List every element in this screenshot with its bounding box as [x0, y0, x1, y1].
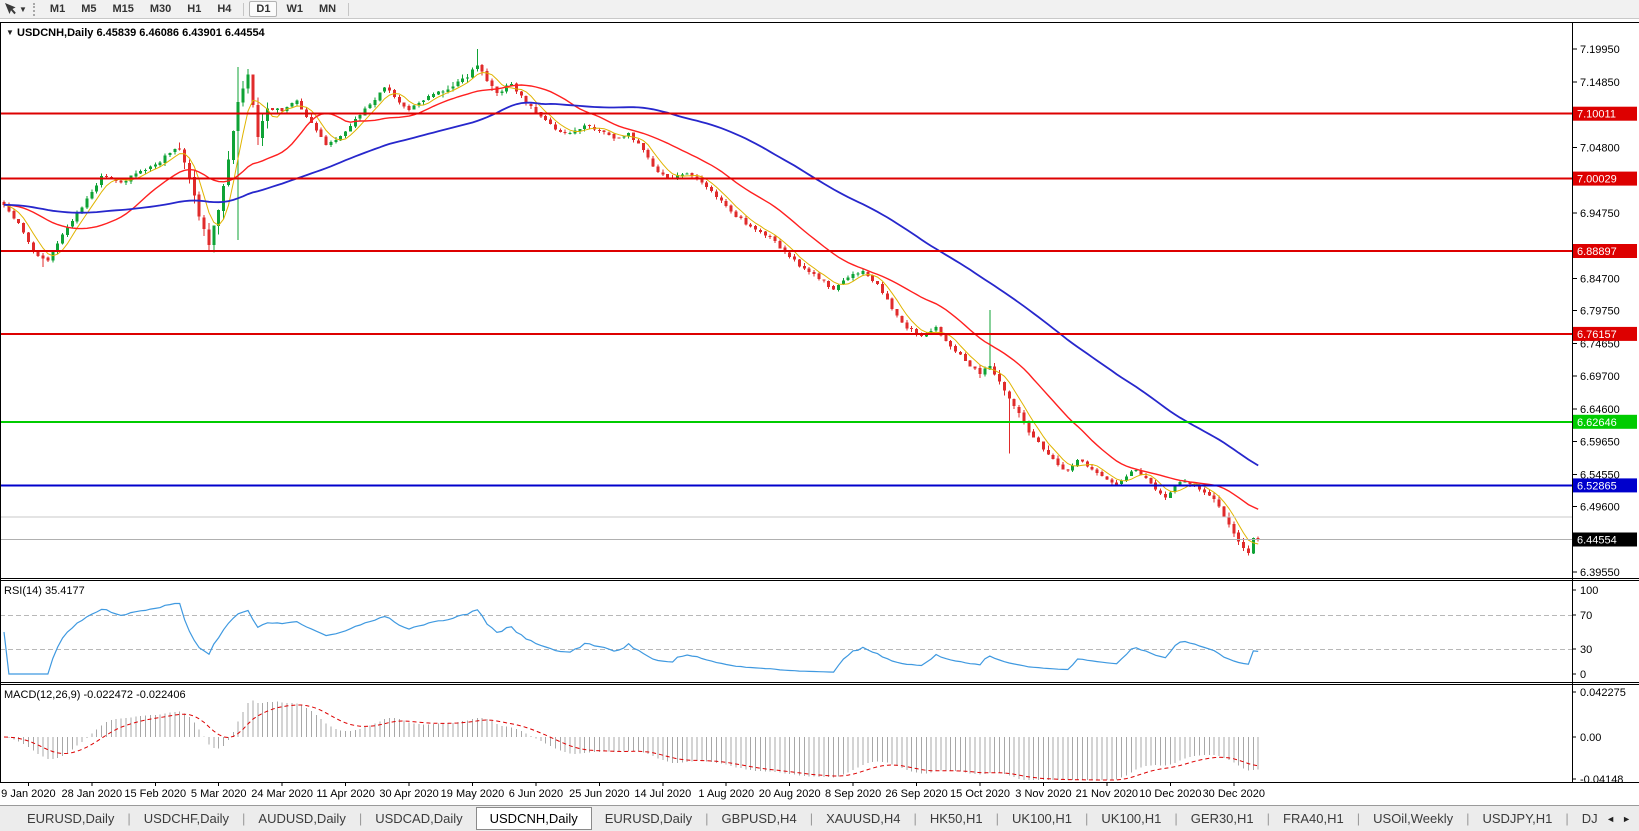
price-tick-label: 6.64600	[1580, 404, 1620, 416]
price-badge-label: 6.76157	[1577, 329, 1617, 341]
tab-eurusd-daily[interactable]: EURUSD,Daily	[14, 806, 127, 831]
timeframe-button-group: M1 M5 M15 M30 H1 H4 D1 W1 MN	[42, 1, 353, 17]
tab-uk100-h1[interactable]: UK100,H1	[999, 806, 1085, 831]
rsi-tick-label: 30	[1580, 644, 1592, 656]
price-tick-label: 7.14850	[1580, 77, 1620, 89]
bull-candle-bodies	[51, 65, 1255, 554]
price-badge-label: 7.10011	[1577, 109, 1616, 121]
time-axis-label: 8 Sep 2020	[825, 788, 881, 800]
time-axis-label: 5 Mar 2020	[191, 788, 247, 800]
tab-gbpusd-h4[interactable]: GBPUSD,H4	[709, 806, 810, 831]
tab-usdcnh-daily[interactable]: USDCNH,Daily	[475, 807, 592, 830]
tab-ger30-h1[interactable]: GER30,H1	[1178, 806, 1267, 831]
price-tick-label: 6.84700	[1580, 273, 1620, 285]
time-axis-label: 14 Jul 2020	[634, 788, 691, 800]
rsi-tick-label: 70	[1580, 610, 1592, 622]
ma-fast-line	[3, 71, 1259, 545]
cursor-tool-icon[interactable]	[3, 2, 18, 16]
time-axis-label: 11 Apr 2020	[316, 788, 375, 800]
tab-audusd-daily[interactable]: AUDUSD,Daily	[245, 806, 358, 831]
toolbar: ▼ M1 M5 M15 M30 H1 H4 D1 W1 MN	[0, 0, 1639, 19]
chart-collapse-icon[interactable]: ▼	[6, 28, 14, 37]
toolbar-separator	[348, 2, 350, 16]
price-tick-label: 6.39550	[1580, 567, 1620, 579]
price-badge-label: 7.00029	[1577, 174, 1617, 186]
timeframe-button-mn[interactable]: MN	[312, 1, 343, 17]
timeframe-button-m5[interactable]: M5	[74, 1, 103, 17]
price-tick-label: 6.69700	[1580, 371, 1620, 383]
tab-hk50-h1[interactable]: HK50,H1	[917, 806, 996, 831]
tab-usdcad-daily[interactable]: USDCAD,Daily	[362, 806, 475, 831]
price-tick-label: 7.04800	[1580, 143, 1620, 155]
time-axis-label: 15 Oct 2020	[950, 788, 1010, 800]
tab-usoil-weekly[interactable]: USOil,Weekly	[1360, 806, 1466, 831]
time-axis-label: 1 Aug 2020	[698, 788, 754, 800]
price-tick-label: 6.59650	[1580, 436, 1620, 448]
price-tick-label: 7.19950	[1580, 44, 1620, 56]
timeframe-button-w1[interactable]: W1	[279, 1, 310, 17]
time-axis-label: 10 Dec 2020	[1139, 788, 1201, 800]
macd-label: MACD(12,26,9) -0.022472 -0.022406	[4, 689, 186, 701]
price-badge-label: 6.62646	[1577, 417, 1617, 429]
price-badge-label: 6.44554	[1577, 535, 1617, 547]
time-axis-label: 30 Apr 2020	[379, 788, 438, 800]
timeframe-button-h1[interactable]: H1	[180, 1, 208, 17]
time-axis-label: 24 Mar 2020	[251, 788, 313, 800]
bear-candle-bodies	[2, 64, 1260, 553]
toolbar-grip	[32, 2, 37, 16]
tab-scroll-left-icon[interactable]: ◄	[1606, 814, 1615, 824]
tab-usdjpy-h1[interactable]: USDJPY,H1	[1469, 806, 1565, 831]
macd-histogram	[8, 700, 1259, 781]
chart-canvas[interactable]: 7.19950 7.14850 7.04800 6.94750 6.84700 6.797…	[0, 19, 1639, 805]
tool-dropdown-arrow[interactable]: ▼	[19, 5, 27, 14]
price-badge-label: 6.88897	[1577, 246, 1617, 258]
rsi-tick-label: 100	[1580, 585, 1598, 597]
price-tick-label: 6.94750	[1580, 208, 1620, 220]
time-axis-label: 30 Dec 2020	[1203, 788, 1265, 800]
tab-scroll-right-icon[interactable]: ►	[1622, 814, 1631, 824]
chart-tab-bar: EURUSD,Daily | USDCHF,Daily | AUDUSD,Daily | U…	[0, 805, 1639, 831]
timeframe-button-m1[interactable]: M1	[43, 1, 72, 17]
tab-uk100-h1[interactable]: UK100,H1	[1088, 806, 1174, 831]
time-axis-label: 3 Nov 2020	[1015, 788, 1071, 800]
price-badge-label: 6.52865	[1577, 480, 1617, 492]
macd-signal-line	[3, 704, 1259, 781]
rsi-line	[3, 602, 1259, 675]
tab-fra40-h1[interactable]: FRA40,H1	[1270, 806, 1357, 831]
time-axis-label: 9 Jan 2020	[1, 788, 55, 800]
tab-eurusd-daily[interactable]: EURUSD,Daily	[592, 806, 705, 831]
ma-mid-line	[3, 84, 1259, 510]
price-tick-label: 6.49600	[1580, 502, 1620, 514]
ma-slow-line	[3, 101, 1259, 467]
timeframe-button-m15[interactable]: M15	[105, 1, 140, 17]
timeframe-button-m30[interactable]: M30	[143, 1, 178, 17]
time-axis-label: 25 Jun 2020	[569, 788, 630, 800]
tab-scroll-arrows: ◄ ►	[1598, 806, 1639, 831]
rsi-tick-label: 0	[1580, 669, 1586, 681]
macd-tick-label: 0.042275	[1580, 687, 1626, 699]
timeframe-button-h4[interactable]: H4	[210, 1, 238, 17]
time-axis-label: 26 Sep 2020	[885, 788, 947, 800]
tab-dj30-daily[interactable]: DJ30,Daily	[1569, 806, 1598, 831]
tab-usdchf-daily[interactable]: USDCHF,Daily	[131, 806, 242, 831]
time-axis-label: 20 Aug 2020	[759, 788, 821, 800]
timeframe-button-d1[interactable]: D1	[249, 1, 278, 17]
rsi-label: RSI(14) 35.4177	[4, 585, 85, 597]
time-axis-label: 21 Nov 2020	[1076, 788, 1138, 800]
time-axis-label: 19 May 2020	[441, 788, 505, 800]
time-axis-label: 6 Jun 2020	[509, 788, 563, 800]
chart-tabs: EURUSD,Daily | USDCHF,Daily | AUDUSD,Daily | U…	[0, 806, 1598, 831]
bear-candle-wicks	[3, 64, 1259, 556]
time-axis-label: 28 Jan 2020	[62, 788, 123, 800]
price-tick-label: 6.79750	[1580, 306, 1620, 318]
macd-tick-label: 0.00	[1580, 732, 1601, 744]
time-axis-label: 15 Feb 2020	[124, 788, 186, 800]
toolbar-separator	[243, 2, 245, 16]
macd-tick-label: -0.04148	[1580, 774, 1623, 786]
tab-xauusd-h4[interactable]: XAUUSD,H4	[813, 806, 913, 831]
chart-title-ohlc: USDCNH,Daily 6.45839 6.46086 6.43901 6.4…	[17, 27, 266, 39]
bull-candle-wicks	[52, 49, 1254, 554]
